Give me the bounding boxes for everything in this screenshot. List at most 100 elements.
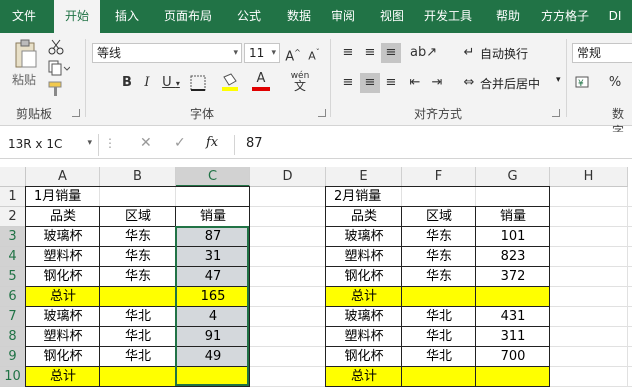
- accounting-format-icon[interactable]: ¥: [574, 73, 594, 91]
- fill-color-icon[interactable]: [220, 73, 242, 93]
- column-header-G[interactable]: G: [476, 167, 550, 187]
- column-header-H[interactable]: H: [550, 167, 628, 187]
- name-box[interactable]: 13R x 1C ▾: [2, 134, 99, 156]
- row-header-6[interactable]: 6: [0, 287, 26, 307]
- cell-G8[interactable]: 311: [476, 327, 550, 347]
- cell-G4[interactable]: 823: [476, 247, 550, 267]
- cell-E10[interactable]: 总计: [326, 367, 402, 387]
- cell-G5[interactable]: 372: [476, 267, 550, 287]
- select-all-corner[interactable]: [0, 167, 26, 187]
- merge-center-icon[interactable]: ⇔: [460, 73, 478, 93]
- cell-E8[interactable]: 塑料杯: [326, 327, 402, 347]
- cell-B9[interactable]: 华北: [100, 347, 176, 367]
- row-header-3[interactable]: 3: [0, 227, 26, 247]
- align-middle-icon[interactable]: ≡: [360, 43, 380, 63]
- tab-5[interactable]: 数据: [280, 0, 318, 33]
- cell-B2[interactable]: 区域: [100, 207, 176, 227]
- cell-B8[interactable]: 华北: [100, 327, 176, 347]
- cut-icon[interactable]: [48, 39, 64, 55]
- font-name-combo[interactable]: 等线 ▾: [92, 43, 242, 63]
- align-right-icon[interactable]: ≡: [381, 73, 401, 93]
- merge-center-label[interactable]: 合并后居中: [480, 75, 540, 92]
- cell-E1[interactable]: 2月销量: [326, 187, 402, 207]
- cell-E3[interactable]: 玻璃杯: [326, 227, 402, 247]
- tab-2[interactable]: 插入: [104, 0, 150, 33]
- wrap-text-icon[interactable]: ↵: [460, 43, 478, 63]
- cell-B3[interactable]: 华东: [100, 227, 176, 247]
- cell-A3[interactable]: 玻璃杯: [26, 227, 100, 247]
- cell-B7[interactable]: 华北: [100, 307, 176, 327]
- cell-F4[interactable]: 华东: [402, 247, 476, 267]
- cell-A6[interactable]: 总计: [26, 287, 100, 307]
- cell-B4[interactable]: 华东: [100, 247, 176, 267]
- tab-10[interactable]: 方方格子: [536, 0, 594, 33]
- percent-style-button[interactable]: %: [606, 73, 624, 93]
- cell-B5[interactable]: 华东: [100, 267, 176, 287]
- cell-E7[interactable]: 玻璃杯: [326, 307, 402, 327]
- cell-E4[interactable]: 塑料杯: [326, 247, 402, 267]
- row-header-7[interactable]: 7: [0, 307, 26, 327]
- border-icon[interactable]: [190, 75, 206, 91]
- row-header-10[interactable]: 10: [0, 367, 26, 387]
- cell-G2[interactable]: 销量: [476, 207, 550, 227]
- font-launcher-icon[interactable]: [318, 109, 326, 117]
- enter-icon[interactable]: ✓: [174, 135, 186, 151]
- row-header-1[interactable]: 1: [0, 187, 26, 207]
- row-header-4[interactable]: 4: [0, 247, 26, 267]
- font-color-icon[interactable]: A: [252, 71, 270, 91]
- alignment-launcher-icon[interactable]: [552, 109, 560, 117]
- cell-A9[interactable]: 钢化杯: [26, 347, 100, 367]
- cell-F6[interactable]: [402, 287, 476, 307]
- format-painter-icon[interactable]: [48, 81, 64, 97]
- tab-0[interactable]: 文件: [0, 0, 48, 33]
- column-header-A[interactable]: A: [26, 167, 100, 187]
- cell-C2[interactable]: 销量: [176, 207, 250, 227]
- align-top-icon[interactable]: ≡: [338, 43, 358, 63]
- italic-button[interactable]: I: [138, 73, 156, 93]
- formula-input[interactable]: 87: [246, 136, 263, 151]
- cell-A2[interactable]: 品类: [26, 207, 100, 227]
- align-center-icon[interactable]: ≡: [360, 73, 380, 93]
- tab-3[interactable]: 页面布局: [156, 0, 220, 33]
- row-header-2[interactable]: 2: [0, 207, 26, 227]
- cell-A4[interactable]: 塑料杯: [26, 247, 100, 267]
- tab-4[interactable]: 公式: [226, 0, 272, 33]
- cell-F7[interactable]: 华北: [402, 307, 476, 327]
- cell-G9[interactable]: 700: [476, 347, 550, 367]
- insert-function-icon[interactable]: fx: [206, 135, 218, 150]
- phonetic-icon[interactable]: wén 文: [286, 71, 314, 93]
- row-header-8[interactable]: 8: [0, 327, 26, 347]
- row-header-5[interactable]: 5: [0, 267, 26, 287]
- cell-B6[interactable]: [100, 287, 176, 307]
- cancel-icon[interactable]: ✕: [140, 135, 152, 151]
- cell-E2[interactable]: 品类: [326, 207, 402, 227]
- cell-F3[interactable]: 华东: [402, 227, 476, 247]
- chevron-down-icon[interactable]: ▾: [556, 75, 561, 85]
- column-header-C[interactable]: C: [176, 167, 250, 187]
- paste-icon[interactable]: [12, 39, 38, 69]
- underline-button[interactable]: U ▾: [160, 73, 182, 93]
- align-bottom-icon[interactable]: ≡: [381, 43, 401, 63]
- bold-button[interactable]: B: [118, 73, 136, 93]
- cell-F9[interactable]: 华北: [402, 347, 476, 367]
- paste-label[interactable]: 粘贴: [12, 71, 36, 88]
- tab-9[interactable]: 帮助: [484, 0, 532, 33]
- row-header-9[interactable]: 9: [0, 347, 26, 367]
- cell-G6[interactable]: [476, 287, 550, 307]
- tab-11[interactable]: DI: [598, 0, 632, 33]
- clipboard-launcher-icon[interactable]: [72, 109, 80, 117]
- cell-E6[interactable]: 总计: [326, 287, 402, 307]
- orientation-icon[interactable]: ab↗: [410, 43, 437, 63]
- cell-G10[interactable]: [476, 367, 550, 387]
- column-header-F[interactable]: F: [402, 167, 476, 187]
- cell-F2[interactable]: 区域: [402, 207, 476, 227]
- tab-1[interactable]: 开始: [54, 0, 100, 34]
- column-header-B[interactable]: B: [100, 167, 176, 187]
- cell-A7[interactable]: 玻璃杯: [26, 307, 100, 327]
- cell-A10[interactable]: 总计: [26, 367, 100, 387]
- align-left-icon[interactable]: ≡: [338, 73, 358, 93]
- increase-font-icon[interactable]: A^: [284, 43, 302, 64]
- cell-F8[interactable]: 华北: [402, 327, 476, 347]
- cell-A8[interactable]: 塑料杯: [26, 327, 100, 347]
- cell-A1[interactable]: 1月销量: [26, 187, 100, 207]
